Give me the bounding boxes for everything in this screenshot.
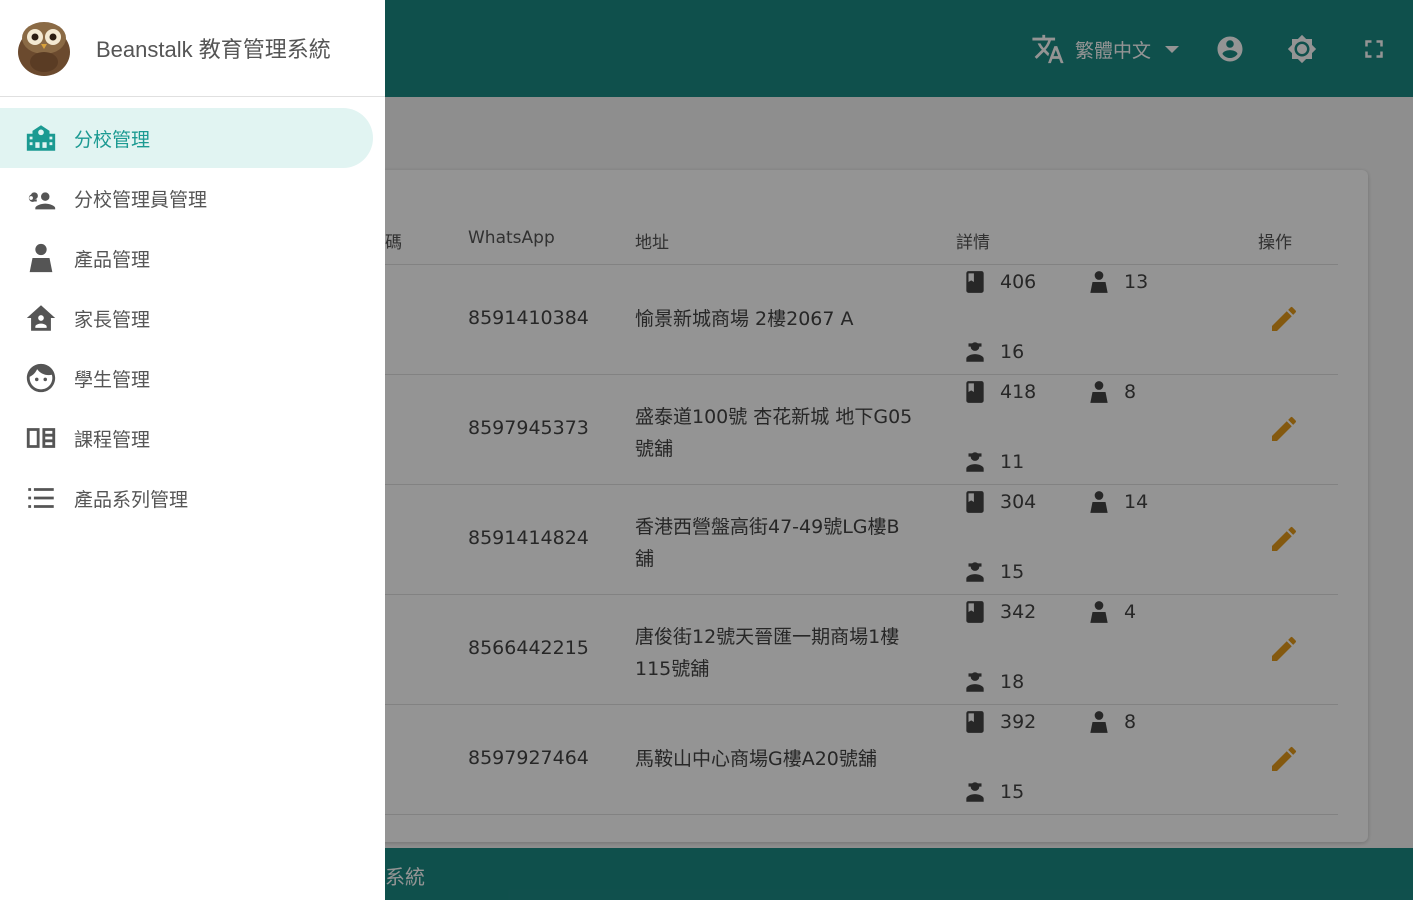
nav-item-label: 家長管理 bbox=[74, 308, 151, 331]
nav-item-label: 學生管理 bbox=[74, 368, 151, 391]
drawer-header: Beanstalk 教育管理系統 bbox=[0, 0, 385, 97]
school-icon bbox=[26, 125, 56, 151]
navigation-drawer: Beanstalk 教育管理系統 分校管理 分校管理員管理 產品管理 家長管理 … bbox=[0, 0, 385, 900]
book-icon bbox=[26, 428, 56, 448]
nav-item-parent-management[interactable]: 家長管理 bbox=[0, 288, 385, 348]
nav-item-student-management[interactable]: 學生管理 bbox=[0, 348, 385, 408]
nav-item-product-series-management[interactable]: 產品系列管理 bbox=[0, 468, 385, 528]
nav-item-label: 產品管理 bbox=[74, 248, 151, 271]
owl-logo-icon bbox=[18, 22, 70, 76]
nav-item-branch-management[interactable]: 分校管理 bbox=[0, 108, 373, 168]
drawer-nav: 分校管理 分校管理員管理 產品管理 家長管理 學生管理 課程管理 產品系列管理 bbox=[0, 97, 385, 528]
admin-key-icon bbox=[28, 192, 56, 210]
nav-item-label: 課程管理 bbox=[74, 428, 151, 451]
nav-item-label: 分校管理員管理 bbox=[74, 188, 208, 211]
face-icon bbox=[26, 363, 56, 393]
product-user-icon bbox=[29, 243, 53, 273]
nav-item-label: 分校管理 bbox=[74, 128, 151, 151]
nav-item-product-management[interactable]: 產品管理 bbox=[0, 228, 385, 288]
home-icon bbox=[26, 305, 56, 331]
list-icon bbox=[28, 488, 54, 508]
app-title: Beanstalk 教育管理系統 bbox=[96, 37, 331, 62]
nav-item-course-management[interactable]: 課程管理 bbox=[0, 408, 385, 468]
nav-item-label: 產品系列管理 bbox=[74, 488, 189, 511]
nav-item-branch-admin-management[interactable]: 分校管理員管理 bbox=[0, 168, 385, 228]
